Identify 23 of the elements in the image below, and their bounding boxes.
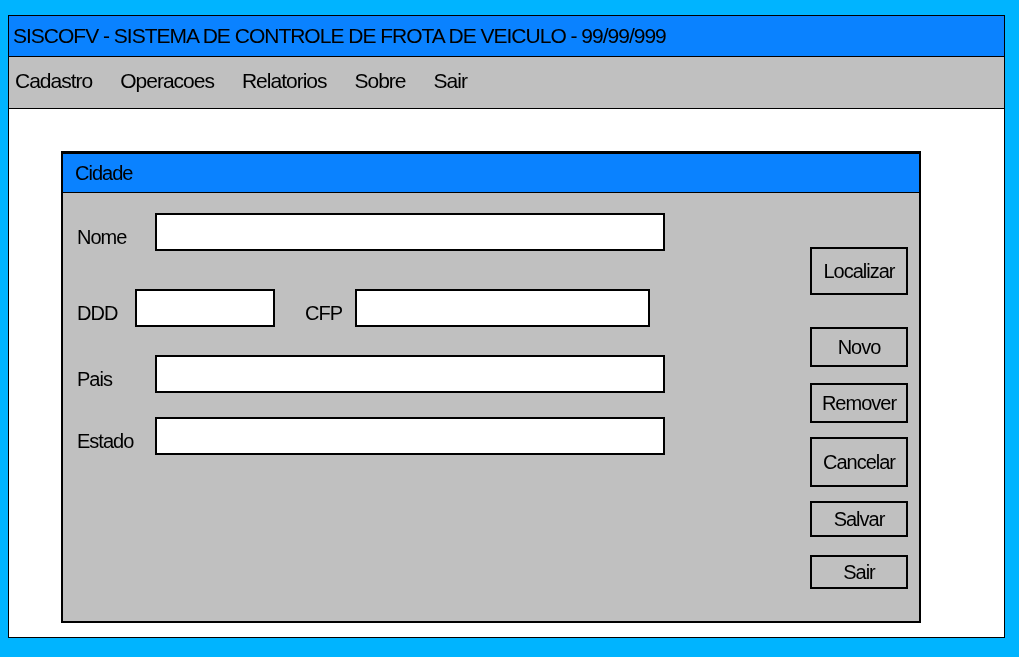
- text-field[interactable]: [355, 289, 650, 327]
- menu-item[interactable]: Relatorios: [235, 69, 333, 93]
- action-button[interactable]: Cancelar: [810, 437, 908, 487]
- text-field[interactable]: [135, 289, 275, 327]
- menu-item[interactable]: Sobre: [348, 69, 412, 93]
- menu-item[interactable]: Operacoes: [114, 69, 220, 93]
- dialog-title: Cidade: [63, 154, 919, 193]
- text-field[interactable]: [155, 417, 665, 455]
- field-label: Nome: [77, 226, 128, 250]
- action-button[interactable]: Remover: [810, 383, 908, 423]
- field-label: DDD: [77, 302, 119, 326]
- action-button[interactable]: Localizar: [810, 247, 908, 295]
- action-button[interactable]: Novo: [810, 327, 908, 367]
- text-field[interactable]: [155, 355, 665, 393]
- menu-item[interactable]: Cadastro: [9, 69, 99, 93]
- menu-item[interactable]: Sair: [427, 69, 473, 93]
- text-field[interactable]: [155, 213, 665, 251]
- field-label: Pais: [77, 368, 114, 392]
- field-label: Estado: [77, 430, 135, 454]
- window-title: SISCOFV - SISTEMA DE CONTROLE DE FROTA DE VEICULO - 99/99/999: [9, 16, 1004, 57]
- field-label: CFP: [305, 302, 343, 326]
- action-button[interactable]: Salvar: [810, 501, 908, 537]
- action-button[interactable]: Sair: [810, 555, 908, 589]
